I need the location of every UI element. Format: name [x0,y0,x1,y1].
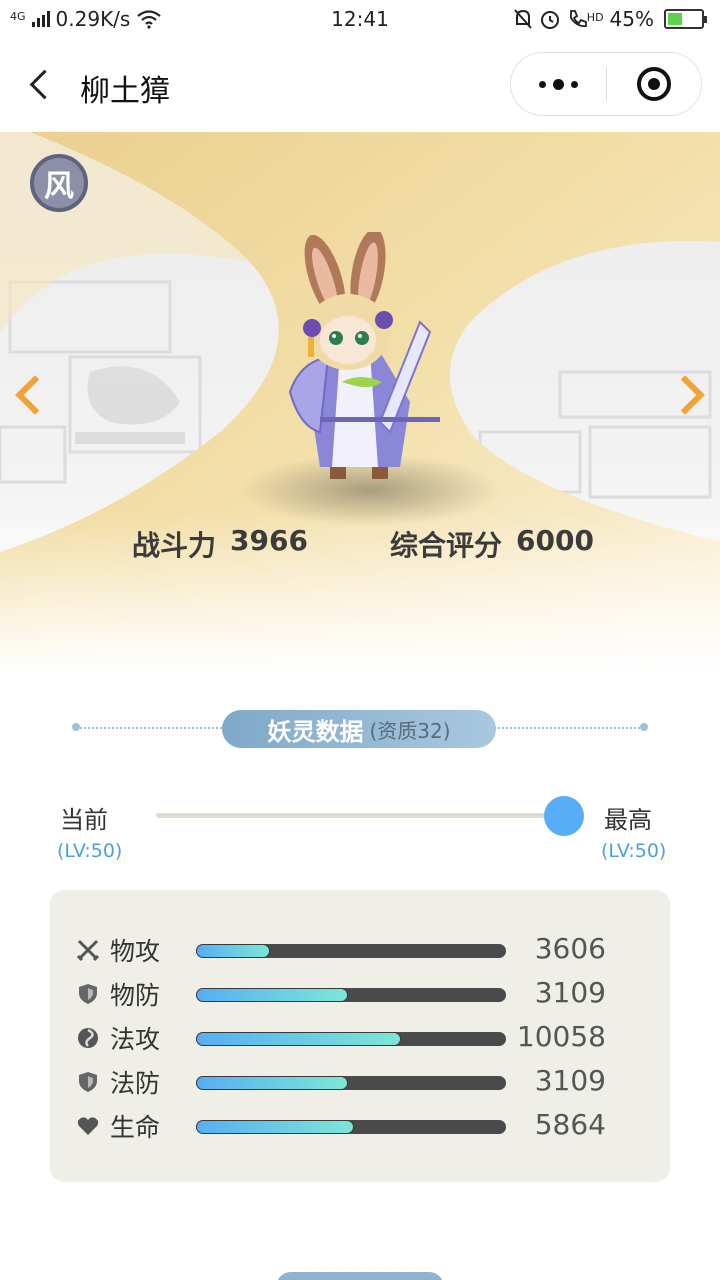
stat-bar-fill [196,1076,348,1090]
overall-score-label: 综合评分 [390,529,503,562]
combat-power: 战斗力 3966 [132,524,308,564]
network-type: 4G [10,10,26,23]
stat-row: 法攻 10058 [50,1018,670,1058]
current-level-value: (LV:50) [57,840,123,862]
stat-value: 10058 [516,1020,606,1053]
more-dot-icon [539,80,546,88]
target-icon [637,67,671,101]
nav-bar: 柳土獐 [0,38,720,132]
close-miniprogram-button[interactable] [607,53,701,115]
shield-icon [76,1070,100,1094]
overall-score: 综合评分 6000 [390,524,594,564]
hd-label: HD [586,11,604,24]
level-slider-track[interactable] [156,813,564,818]
section-title: 妖灵数据 [267,717,364,746]
max-level-value: (LV:50) [601,840,667,862]
swords-icon [76,938,100,962]
next-section-pill [276,1272,444,1280]
stat-name: 物防 [110,981,161,1010]
alarm-icon [540,11,559,29]
clock: 12:41 [331,7,389,31]
stat-bar-fill [196,1120,355,1134]
stat-row: 物攻 3606 [50,930,670,970]
section-subtitle: (资质32) [369,718,451,743]
current-level-label: 当前 [60,806,108,834]
stat-row: 物防 3109 [50,974,670,1014]
previous-pet-button[interactable] [10,372,50,418]
divider-line [494,727,644,729]
combat-power-value: 3966 [230,524,308,557]
overall-score-value: 6000 [516,524,594,557]
section-pill: 妖灵数据 (资质32) [222,710,496,748]
stat-bar [196,1032,506,1046]
pet-hero: 风 战斗力 3966 综合评分 6000 [0,132,720,672]
stat-bar [196,944,506,958]
stat-row: 生命 5864 [50,1106,670,1146]
stat-bar-fill [196,944,271,958]
stat-name: 生命 [110,1113,161,1142]
status-bar: 4G 0.29K/s 12:41 HD 45% [0,0,720,38]
stat-bar [196,1120,506,1134]
combat-power-label: 战斗力 [132,529,217,562]
wind-element-badge: 风 [30,154,88,212]
wifi-icon [137,10,162,29]
more-dot-icon [553,78,564,90]
stat-name: 法攻 [110,1025,161,1054]
mute-bell-icon [514,9,532,29]
network-speed: 0.29K/s [55,7,131,31]
stat-bar [196,988,506,1002]
stat-value: 5864 [534,1108,606,1141]
section-header: 妖灵数据 (资质32) [70,708,650,748]
next-pet-button[interactable] [670,372,710,418]
stat-bar [196,1076,506,1090]
stat-name: 法防 [110,1069,161,1098]
stat-value: 3109 [534,976,606,1009]
call-icon [569,10,587,27]
more-button[interactable] [511,53,606,115]
signal-icon [31,11,50,27]
max-level-label: 最高 [604,806,652,834]
miniprogram-capsule [510,52,702,116]
stat-name: 物攻 [110,937,161,966]
stat-bar-fill [196,1032,401,1046]
pet-character-illustration [288,232,440,479]
stat-value: 3606 [534,932,606,965]
divider-dot [640,723,648,731]
more-dot-icon [571,80,578,88]
heart-icon [76,1114,100,1138]
back-button[interactable] [20,64,60,104]
battery-icon [664,9,707,29]
stat-value: 3109 [534,1064,606,1097]
level-slider-thumb[interactable] [544,796,584,836]
stat-row: 法防 3109 [50,1062,670,1102]
stat-bar-fill [196,988,348,1002]
battery-percent: 45% [609,7,654,31]
attribute-panel: 物攻 3606 物防 3109 法攻 10058 法防 3109 生命 5864 [50,890,670,1182]
divider-line [76,727,226,729]
shield-icon [76,982,100,1006]
page-title: 柳土獐 [80,74,170,109]
swirl-icon [76,1026,100,1050]
